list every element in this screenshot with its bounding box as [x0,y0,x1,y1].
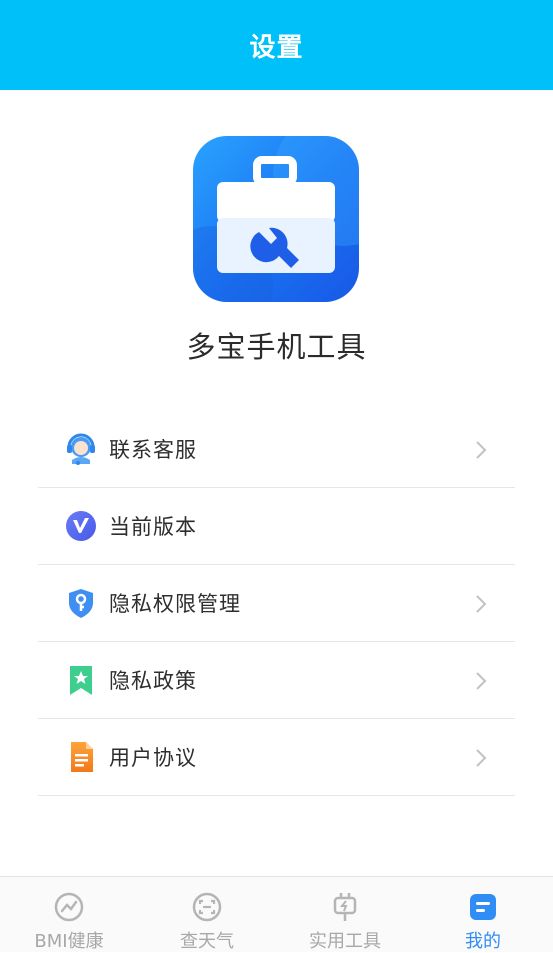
bottom-tab-bar: BMI健康 查天气 实用工具 我的 [0,876,553,952]
toolbox-wrench-icon [193,136,359,302]
tab-mine[interactable]: 我的 [414,877,552,952]
app-logo [193,136,359,302]
bookmark-star-icon [70,666,92,695]
chevron-right-icon [476,672,487,690]
header-bar: 设置 [0,0,553,90]
weather-icon [192,892,222,922]
health-chart-icon [54,892,84,922]
tab-utility-tools[interactable]: 实用工具 [276,877,414,952]
menu-item-privacy-permissions[interactable]: 隐私权限管理 [38,565,515,642]
tab-label: 实用工具 [309,931,381,952]
menu-item-privacy-policy[interactable]: 隐私政策 [38,642,515,719]
menu-item-user-agreement[interactable]: 用户协议 [38,719,515,796]
chevron-right-icon [476,441,487,459]
chevron-right-icon [476,749,487,767]
app-name: 多宝手机工具 [186,330,367,364]
plug-icon [333,893,357,921]
tab-weather[interactable]: 查天气 [138,877,276,952]
profile-card-icon [470,894,496,920]
shield-key-icon [69,589,93,618]
menu-item-label: 当前版本 [109,515,197,539]
menu-item-label: 联系客服 [109,438,197,462]
menu-item-label: 隐私权限管理 [109,592,241,616]
document-icon [71,742,93,772]
tab-label: 我的 [465,931,501,952]
menu-item-label: 用户协议 [109,746,197,770]
tab-bmi-health[interactable]: BMI健康 [0,877,138,952]
customer-service-icon [67,433,95,465]
chevron-right-icon [476,595,487,613]
settings-menu: 联系客服 当前版本 隐私权限管理 隐私政策 用户协议 [38,411,515,796]
version-v-icon [66,511,96,541]
menu-item-contact-service[interactable]: 联系客服 [38,411,515,488]
tab-label: BMI健康 [34,931,104,952]
menu-item-label: 隐私政策 [109,669,197,693]
menu-item-current-version[interactable]: 当前版本 [38,488,515,565]
page-title: 设置 [249,32,304,63]
tab-label: 查天气 [180,931,234,952]
